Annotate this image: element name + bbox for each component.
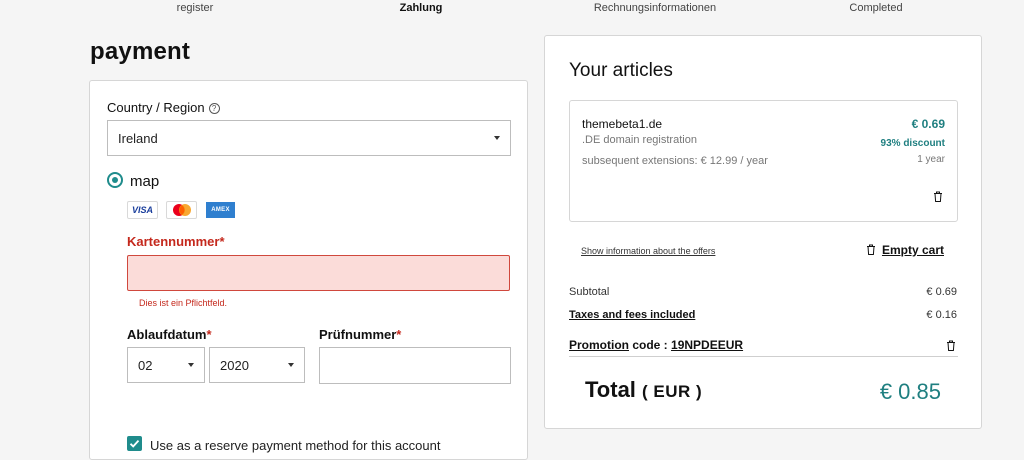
cvv-label: Prüfnummer* <box>319 327 401 342</box>
item-description: .DE domain registration <box>582 134 697 146</box>
expiry-year-value: 2020 <box>220 357 249 373</box>
visa-text: VISA <box>131 205 153 215</box>
total-currency: ( EUR ) <box>642 382 703 401</box>
expiry-label: Ablaufdatum* <box>127 327 212 342</box>
expiry-month-select[interactable]: 02 <box>127 347 205 383</box>
item-name: themebeta1.de <box>582 117 663 131</box>
promotion-code: 19NPDEEUR <box>671 338 744 352</box>
promotion-row: Promotion code : 19NPDEEUR <box>569 338 743 352</box>
order-summary: Your articles themebeta1.de .DE domain r… <box>544 35 982 429</box>
country-label-text: Country / Region <box>107 100 205 115</box>
step-register: register <box>176 2 214 14</box>
promotion-code-label: code : <box>632 338 668 352</box>
step-completed: Completed <box>849 2 903 14</box>
reserve-payment-checkbox[interactable] <box>127 436 142 451</box>
chevron-down-icon <box>288 363 294 367</box>
total-label-text: Total <box>585 377 636 402</box>
item-price: € 0.69 <box>911 117 945 131</box>
item-discount: 93% discount <box>880 138 945 149</box>
card-number-input[interactable] <box>127 255 510 291</box>
promotion-link[interactable]: Promotion <box>569 338 629 352</box>
payment-method-radio[interactable] <box>107 172 123 188</box>
amex-text: AMEX <box>206 202 235 218</box>
required-mark: * <box>206 327 212 342</box>
trash-icon <box>866 244 875 255</box>
subtotal-value: € 0.69 <box>926 286 957 298</box>
taxes-link[interactable]: Taxes and fees included <box>569 309 695 321</box>
card-number-label-text: Kartennummer <box>127 234 220 249</box>
page-title: payment <box>90 38 191 65</box>
chevron-down-icon <box>494 136 500 140</box>
mastercard-icon <box>166 201 197 219</box>
step-billing-info: Rechnungsinformationen <box>593 2 717 14</box>
expiry-month-value: 02 <box>138 357 153 373</box>
card-number-label: Kartennummer* <box>127 234 225 249</box>
chevron-down-icon <box>188 363 194 367</box>
subtotal-label: Subtotal <box>569 286 610 298</box>
cart-item: themebeta1.de .DE domain registration su… <box>569 100 958 222</box>
offers-info-link[interactable]: Show information about the offers <box>581 246 715 256</box>
cvv-label-text: Prüfnummer <box>319 327 397 342</box>
item-term: 1 year <box>917 154 945 165</box>
trash-icon[interactable] <box>946 340 956 351</box>
empty-cart-button[interactable]: Empty cart <box>866 243 944 257</box>
visa-icon: VISA <box>127 201 158 219</box>
checkout-steps: register Zahlung Rechnungsinformationen … <box>0 0 1024 20</box>
trash-icon[interactable] <box>933 191 943 202</box>
empty-cart-label: Empty cart <box>881 243 944 257</box>
help-icon[interactable]: ? <box>208 103 220 114</box>
taxes-value: € 0.16 <box>926 309 957 321</box>
total-value: € 0.85 <box>879 379 941 404</box>
expiry-label-text: Ablaufdatum <box>127 327 207 342</box>
country-select-value: Ireland <box>118 130 158 146</box>
expiry-year-select[interactable]: 2020 <box>209 347 305 383</box>
required-mark: * <box>219 234 225 249</box>
country-label: Country / Region? <box>107 100 220 115</box>
divider <box>569 356 958 357</box>
amex-icon: AMEX <box>205 201 236 219</box>
total-label: Total ( EUR ) <box>585 377 702 403</box>
payment-method-label: map <box>130 173 160 190</box>
card-number-error: Dies ist ein Pflichtfeld. <box>139 298 228 308</box>
cvv-input[interactable] <box>319 347 511 384</box>
country-select[interactable]: Ireland <box>107 120 511 156</box>
summary-title: Your articles <box>569 60 673 81</box>
required-mark: * <box>396 327 402 342</box>
step-payment: Zahlung <box>399 2 443 14</box>
item-extensions: subsequent extensions: € 12.99 / year <box>582 155 768 167</box>
reserve-payment-label: Use as a reserve payment method for this… <box>150 438 441 453</box>
payment-card: Country / Region? Ireland map VISA AMEX … <box>89 80 528 460</box>
